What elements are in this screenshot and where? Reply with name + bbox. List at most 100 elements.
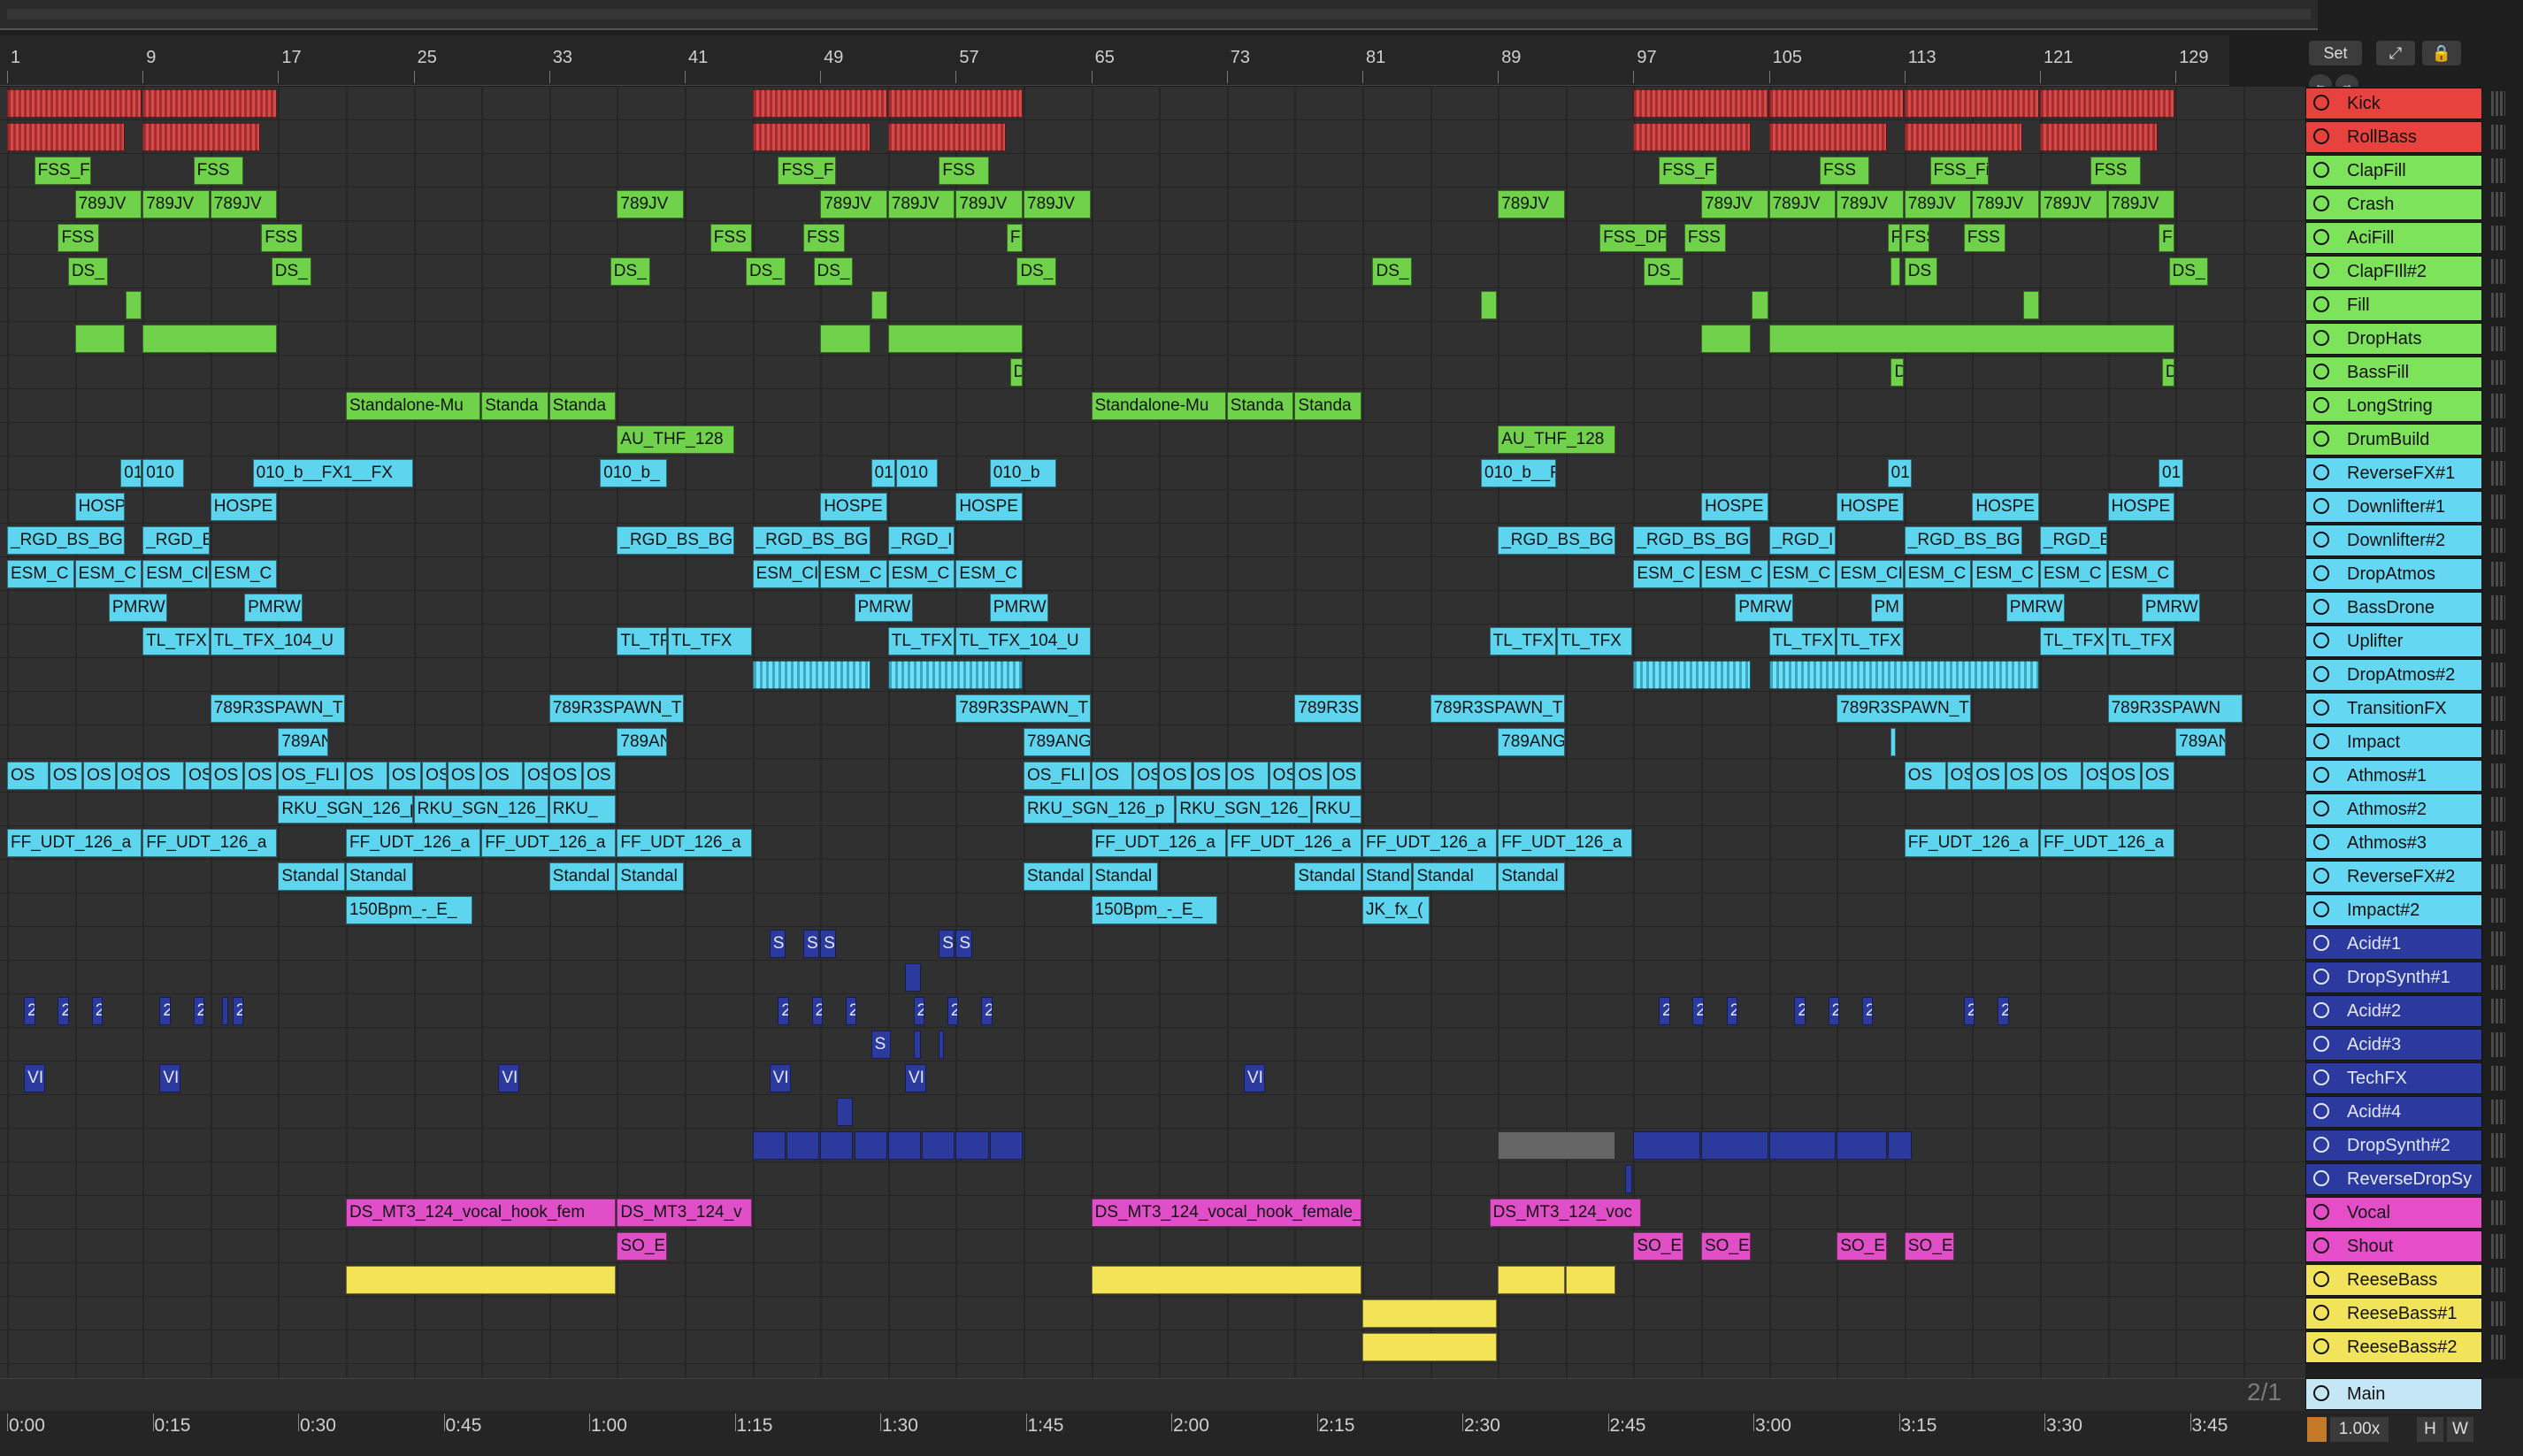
clip[interactable]: _RGD_I [887,526,955,555]
clip[interactable]: PMRW [244,594,303,622]
clip[interactable]: VI [904,1064,926,1092]
clip[interactable]: HOSPE [2107,493,2175,521]
clip[interactable]: 2 [1659,997,1670,1025]
clip[interactable]: HOSPE [1972,493,2039,521]
clip[interactable] [1768,661,2039,689]
clip[interactable]: 789JV [1768,190,1837,218]
play-icon[interactable] [2313,834,2329,850]
clip[interactable]: FSS [939,157,989,185]
clip[interactable]: 789R3SPAWN_T [548,694,684,723]
play-icon[interactable] [2313,868,2329,884]
track-lane[interactable]: FSS_F FSS FSS_F FSS FSS_F FSS FSS_Fi FSS [0,154,2305,188]
clip[interactable]: 789R3SPAWN_T [1430,694,1565,723]
clip[interactable]: DS_ [1016,257,1057,286]
clip[interactable]: FSS [58,224,100,252]
clip[interactable]: DS_ [2168,257,2209,286]
play-icon[interactable] [2313,128,2329,144]
clip[interactable]: Standa [481,392,548,420]
clip[interactable] [939,1031,945,1059]
track-header[interactable]: Impact [2305,726,2482,758]
clip[interactable]: FSS [709,224,752,252]
clip[interactable] [1633,123,1752,151]
track-lane[interactable]: DS_MT3_124_vocal_hook_fem DS_MT3_124_v DS_… [0,1196,2305,1230]
clip[interactable]: PMRW [108,594,167,622]
clip[interactable]: 789R3SPAWN_T [955,694,1091,723]
clip[interactable]: SO_EI [617,1232,667,1261]
track-header[interactable]: TechFX [2305,1062,2482,1094]
clip[interactable]: D [1890,358,1904,387]
clip[interactable]: 2 [845,997,857,1025]
clip[interactable] [1481,291,1498,319]
clip[interactable]: _RGD_BS_BG [1498,526,1616,555]
clip[interactable]: 2 [811,997,824,1025]
clip[interactable] [1701,1131,1768,1160]
clip[interactable] [913,1031,922,1059]
track-header[interactable]: Uplifter [2305,625,2482,657]
clip[interactable] [870,291,887,319]
clip[interactable]: Standal [1091,862,1159,891]
clip[interactable]: _RGD_BS_BG [1633,526,1752,555]
clip[interactable]: OS [1091,762,1133,790]
clip[interactable]: PMRW [2005,594,2065,622]
clip[interactable]: SO_EI [1633,1232,1683,1261]
clip[interactable]: ESM_CI [142,560,210,588]
clip[interactable] [1624,1165,1633,1193]
clip[interactable] [887,1131,922,1160]
play-icon[interactable] [2313,1036,2329,1052]
track-lane[interactable]: 01 010 010_b__FX1__FX 010_b_ 01 010 010_b 010_b… [0,456,2305,490]
clip[interactable] [1904,123,2022,151]
clip[interactable]: PMRW [1735,594,1794,622]
clip[interactable]: 2 [1726,997,1738,1025]
play-icon[interactable] [2313,599,2329,615]
clip[interactable] [887,123,1006,151]
clip[interactable]: ESM_C [1972,560,2039,588]
clip[interactable]: DS_ [271,257,311,286]
clip[interactable]: PMRW [854,594,913,622]
play-icon[interactable] [2313,700,2329,716]
play-icon[interactable] [2313,229,2329,245]
clip[interactable] [854,1131,887,1160]
play-icon[interactable] [2313,801,2329,816]
clip[interactable]: ESM_C [210,560,278,588]
track-lane[interactable] [0,288,2305,322]
clip[interactable]: FSS_F [1659,157,1718,185]
clip[interactable]: ESM_C [887,560,955,588]
track-header[interactable]: Vocal [2305,1197,2482,1229]
clip[interactable]: FF_UDT_126_a [1362,829,1498,857]
clip[interactable]: OS [447,762,481,790]
overview-strip[interactable] [7,9,2311,19]
clip[interactable]: OS [2040,762,2082,790]
clip[interactable]: DS_ [1643,257,1683,286]
play-icon[interactable] [2313,162,2329,178]
clip[interactable]: OS [210,762,244,790]
clip[interactable]: FSS [803,224,845,252]
clip[interactable]: 2 [1794,997,1806,1025]
clip[interactable]: Standal [548,862,617,891]
track-header[interactable]: ReverseFX#1 [2305,457,2482,489]
track-header[interactable]: Acid#4 [2305,1096,2482,1128]
clip[interactable]: OS_FLI [278,762,345,790]
track-header[interactable]: Athmos#3 [2305,827,2482,859]
clip[interactable] [222,997,228,1025]
clip[interactable] [142,325,278,353]
clip[interactable] [1633,89,1768,118]
track-header[interactable]: ReeseBass#2 [2305,1331,2482,1363]
clip[interactable]: 789JV [887,190,955,218]
clip[interactable] [820,325,870,353]
clip[interactable]: 789AN [278,728,328,756]
play-icon[interactable] [2313,666,2329,682]
track-header[interactable]: ReeseBass [2305,1264,2482,1296]
clip[interactable]: 010_b__F [1481,459,1557,487]
track-lane[interactable] [0,658,2305,692]
clip[interactable]: FF_UDT_126_a [1498,829,1633,857]
waveform-icon[interactable] [2307,1417,2327,1442]
clip[interactable]: 789AN [617,728,667,756]
clip[interactable]: FSS [2090,157,2141,185]
track-header[interactable]: BassDrone [2305,592,2482,624]
track-lane[interactable]: 789JV 789JV 789JV 789JV 789JV 789JV 789JV 789JV… [0,188,2305,221]
clip[interactable]: VI [24,1064,46,1092]
clip[interactable]: Standal [1413,862,1498,891]
clip[interactable]: 010_b_ [600,459,667,487]
clip[interactable]: FSS [1683,224,1726,252]
play-icon[interactable] [2313,565,2329,581]
